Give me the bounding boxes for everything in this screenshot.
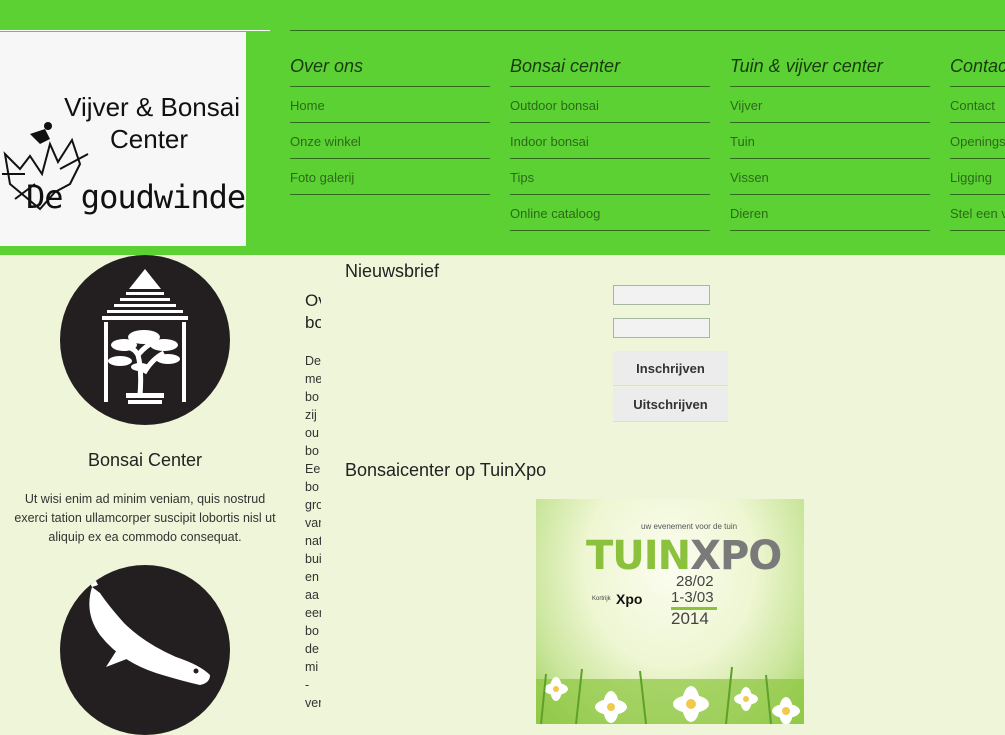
nav-column-over-ons: Over ons Home Onze winkel Foto galerij [290, 31, 490, 195]
text-line: nat [305, 534, 321, 548]
nav-item-indoor-bonsai[interactable]: Indoor bonsai [510, 123, 710, 159]
bonsai-center-icon[interactable] [60, 255, 230, 425]
nav-item-vijver[interactable]: Vijver [730, 87, 930, 123]
poster-year: 2014 [671, 609, 709, 628]
tuinxpo-title: Bonsaicenter op TuinXpo [345, 460, 547, 480]
text-line: gro [305, 498, 321, 512]
unsubscribe-button[interactable]: Uitschrijven [613, 387, 728, 422]
nav-heading-contact[interactable]: Contact [950, 31, 1005, 87]
nav-item-dieren[interactable]: Dieren [730, 195, 930, 231]
nav-heading-over-ons[interactable]: Over ons [290, 31, 490, 87]
nav-item-contact[interactable]: Contact [950, 87, 1005, 123]
text-line: bo [305, 624, 319, 638]
poster-tagline: uw evenement voor de tuin [641, 522, 738, 531]
text-line: aa [305, 588, 319, 602]
poster-brand-tuin: TUIN [586, 533, 691, 579]
nav-item-ligging[interactable]: Ligging [950, 159, 1005, 195]
logo-title-line1: Vijver & Bonsai [64, 92, 240, 122]
logo-title-line3: De goudwinde [26, 178, 246, 216]
nav-heading-tuin-vijver[interactable]: Tuin & vijver center [730, 31, 930, 87]
text-line: mi [305, 660, 319, 674]
nav-item-onze-winkel[interactable]: Onze winkel [290, 123, 490, 159]
about-bonsai-column: Over bonsai De me bo zij ou bo Ee bo gro… [305, 290, 321, 731]
nav-item-tips[interactable]: Tips [510, 159, 710, 195]
poster-date-1: 28/02 [676, 573, 714, 590]
poster-kortrijk-xpo: Xpo [616, 591, 643, 607]
text-line: var [305, 516, 321, 530]
text-line: bo [305, 390, 319, 404]
nav-item-tuin[interactable]: Tuin [730, 123, 930, 159]
text-line: en [305, 570, 319, 584]
newsletter-title: Nieuwsbrief [345, 261, 440, 281]
tuinxpo-poster-image[interactable]: uw evenement voor de tuin TUINXPO 28/02 … [536, 499, 804, 724]
site-header: Vijver & Bonsai Center De goudwinde Over… [0, 0, 1005, 255]
bonsai-center-title[interactable]: Bonsai Center [0, 450, 290, 471]
text-line: bo [305, 480, 319, 494]
fish-center-icon[interactable] [60, 565, 230, 735]
nav-item-vissen[interactable]: Vissen [730, 159, 930, 195]
nav-item-outdoor-bonsai[interactable]: Outdoor bonsai [510, 87, 710, 123]
nav-item-openingsuren[interactable]: Openingsuren [950, 123, 1005, 159]
text-line: bui [305, 552, 321, 566]
site-logo[interactable]: Vijver & Bonsai Center De goudwinde [0, 32, 246, 246]
newsletter-name-input[interactable] [613, 285, 710, 305]
text-line: bo [305, 444, 319, 458]
nav-item-online-cataloog[interactable]: Online cataloog [510, 195, 710, 231]
bonsai-center-text: Ut wisi enim ad minim veniam, quis nostr… [14, 492, 276, 544]
text-line: ou [305, 426, 319, 440]
nav-column-tuin-vijver: Tuin & vijver center Vijver Tuin Vissen … [730, 31, 930, 231]
subscribe-button[interactable]: Inschrijven [613, 351, 728, 386]
nav-item-home[interactable]: Home [290, 87, 490, 123]
poster-date-2: 1-3/03 [671, 589, 714, 606]
nav-item-stel-een-vraag[interactable]: Stel een vraag [950, 195, 1005, 231]
text-line: Ee [305, 462, 321, 476]
text-line: De [305, 354, 321, 368]
text-line: ver [305, 696, 321, 710]
text-line: zij [305, 408, 317, 422]
nav-heading-bonsai-center[interactable]: Bonsai center [510, 31, 710, 87]
text-line: eer [305, 606, 321, 620]
nav-item-foto-galerij[interactable]: Foto galerij [290, 159, 490, 195]
nav-column-contact: Contact Contact Openingsuren Ligging Ste… [950, 31, 1005, 231]
about-bonsai-heading-line2: bonsai [305, 313, 321, 332]
text-line: me [305, 372, 321, 386]
nav-column-bonsai-center: Bonsai center Outdoor bonsai Indoor bons… [510, 31, 710, 231]
header-divider [0, 30, 270, 31]
text-line: - [305, 678, 310, 692]
newsletter-email-input[interactable] [613, 318, 710, 338]
text-line: de [305, 642, 319, 656]
fish-icon [88, 569, 210, 685]
about-bonsai-heading-line1: Over [305, 291, 321, 310]
about-bonsai-text: De me bo zij ou bo Ee bo gro var nat bui… [305, 352, 321, 712]
logo-title-line2: Center [110, 124, 189, 154]
bonsai-tree-icon [102, 269, 188, 404]
poster-kortrijk: Kortrijk [592, 596, 611, 602]
